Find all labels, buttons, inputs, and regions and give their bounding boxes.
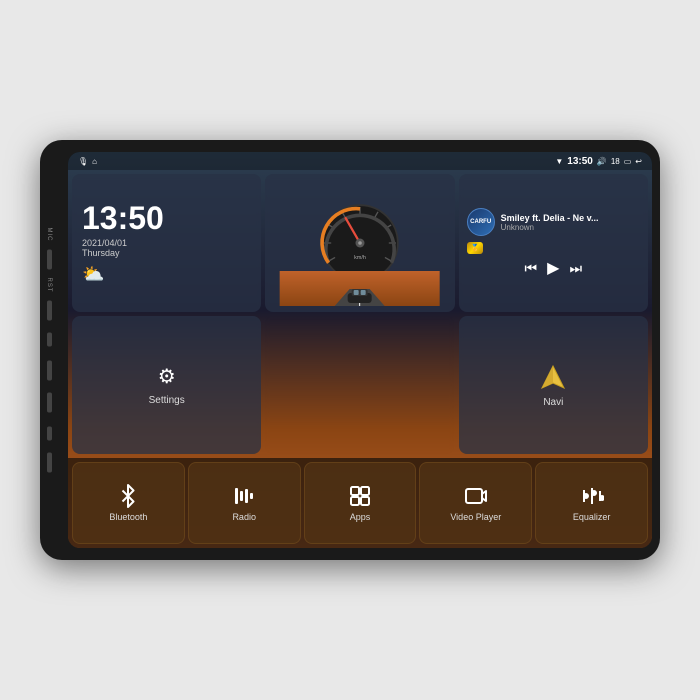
apps-label: Apps — [350, 512, 371, 522]
volume-icon: 🔊 — [597, 157, 607, 166]
navi-label: Navi — [543, 397, 563, 408]
equalizer-button[interactable]: Equalizer — [535, 462, 648, 544]
home-icon: ⌂ — [92, 157, 97, 166]
wifi-icon: ▼ — [555, 157, 563, 166]
video-player-label: Video Player — [450, 512, 501, 522]
main-grid: 13:50 2021/04/01 Thursday ⛅ — [68, 170, 652, 458]
settings-label: Settings — [149, 395, 185, 406]
side-button-6[interactable] — [47, 453, 52, 473]
status-left: 🎙 ⌂ — [78, 157, 97, 166]
side-button-1[interactable] — [47, 250, 52, 270]
side-buttons: MIC RST — [46, 228, 52, 473]
next-button[interactable]: ⏭ — [569, 260, 582, 277]
radio-icon — [232, 484, 256, 508]
music-artist: Unknown — [501, 223, 640, 232]
music-header: CARFU Smiley ft. Delia - Ne v... Unknown — [467, 208, 640, 236]
weather-icon: ⛅ — [82, 264, 104, 285]
empty-widget — [265, 316, 454, 454]
bluetooth-label: Bluetooth — [109, 512, 147, 522]
rst-label: RST — [46, 278, 52, 293]
badge-icon: 🥇 — [471, 244, 480, 252]
music-widget: CARFU Smiley ft. Delia - Ne v... Unknown… — [459, 174, 648, 312]
video-player-button[interactable]: Video Player — [419, 462, 532, 544]
side-button-power[interactable] — [47, 333, 52, 347]
settings-icon: ⚙ — [158, 364, 176, 389]
video-icon — [464, 484, 488, 508]
music-info: Smiley ft. Delia - Ne v... Unknown — [501, 213, 640, 232]
main-screen: 🎙 ⌂ ▼ 13:50 🔊 18 ▭ ↩ 13:50 2021/04/01 — [68, 152, 652, 548]
bottom-bar: Bluetooth Radio — [68, 458, 652, 548]
status-right: ▼ 13:50 🔊 18 ▭ ↩ — [555, 156, 642, 167]
status-time: 13:50 — [567, 156, 593, 167]
equalizer-label: Equalizer — [573, 512, 611, 522]
radio-label: Radio — [232, 512, 256, 522]
music-controls[interactable]: ⏮ ▶ ⏭ — [467, 258, 640, 278]
mic-indicator: 🎙 — [78, 157, 88, 166]
apps-button[interactable]: Apps — [304, 462, 417, 544]
status-bar: 🎙 ⌂ ▼ 13:50 🔊 18 ▭ ↩ — [68, 152, 652, 170]
clock-date: 2021/04/01 — [82, 238, 127, 248]
side-button-2[interactable] — [47, 301, 52, 321]
navi-widget[interactable]: Navi — [459, 316, 648, 454]
speedometer-widget: km/h — [265, 174, 454, 312]
side-button-4[interactable] — [47, 393, 52, 413]
clock-day: Thursday — [82, 248, 120, 258]
back-icon: ↩ — [635, 157, 642, 166]
mic-label: MIC — [46, 228, 52, 242]
screen-icon: ▭ — [624, 157, 632, 166]
screen: 🎙 ⌂ ▼ 13:50 🔊 18 ▭ ↩ 13:50 2021/04/01 — [68, 152, 652, 548]
clock-time: 13:50 — [82, 202, 164, 234]
car-head-unit: MIC RST 🎙 ⌂ ▼ 13:50 🔊 18 ▭ — [40, 140, 660, 560]
road-scene — [271, 271, 448, 306]
prev-button[interactable]: ⏮ — [525, 260, 538, 277]
bluetooth-button[interactable]: Bluetooth — [72, 462, 185, 544]
music-app-logo: CARFU — [467, 208, 495, 236]
svg-text:km/h: km/h — [354, 255, 366, 261]
side-button-5[interactable] — [47, 427, 52, 441]
radio-button[interactable]: Radio — [188, 462, 301, 544]
bluetooth-icon — [116, 484, 140, 508]
music-title: Smiley ft. Delia - Ne v... — [501, 213, 640, 223]
play-button[interactable]: ▶ — [547, 258, 559, 278]
settings-widget[interactable]: ⚙ Settings — [72, 316, 261, 454]
side-button-3[interactable] — [47, 361, 52, 381]
equalizer-icon — [580, 484, 604, 508]
speedo-container: km/h — [271, 180, 448, 306]
navi-icon — [539, 363, 567, 391]
volume-level: 18 — [611, 157, 620, 166]
gold-badge: 🥇 — [467, 242, 484, 254]
apps-icon — [348, 484, 372, 508]
clock-widget: 13:50 2021/04/01 Thursday ⛅ — [72, 174, 261, 312]
